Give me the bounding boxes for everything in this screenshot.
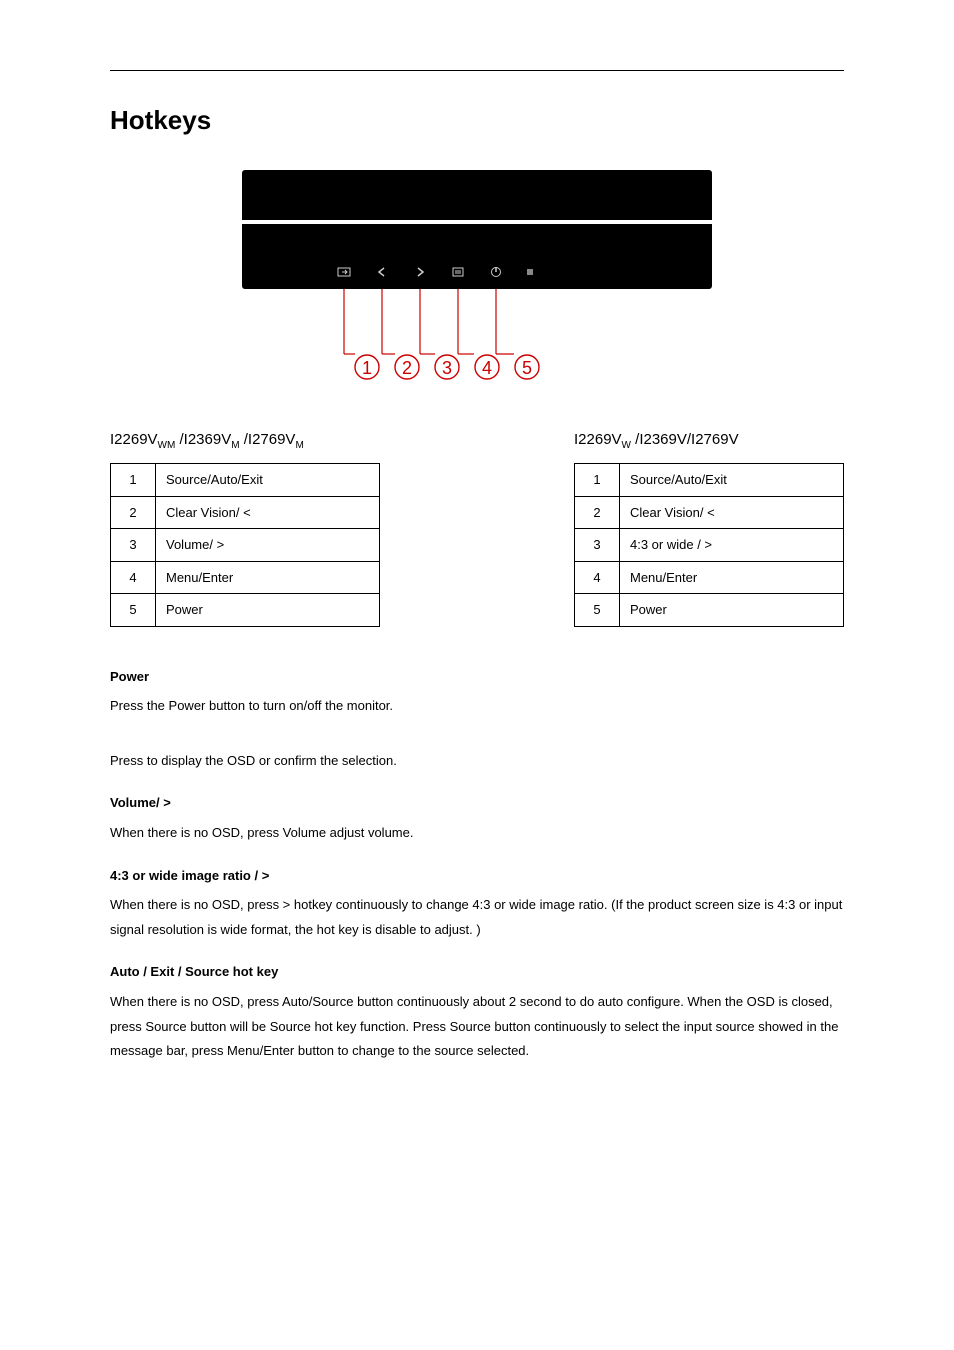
power-heading: Power (110, 667, 844, 687)
row-label: Clear Vision/ < (156, 496, 380, 529)
table-row: 34:3 or wide / > (575, 529, 844, 562)
models-left-heading: I2269VWM /I2369VM /I2769VM (110, 429, 457, 453)
models-right-heading: I2269VW /I2369V/I2769V (574, 429, 844, 453)
power-text: Press the Power button to turn on/off th… (110, 694, 844, 719)
hotkey-table-right: 1Source/Auto/Exit2Clear Vision/ <34:3 or… (574, 463, 844, 627)
right-column: I2269VW /I2369V/I2769V 1Source/Auto/Exit… (497, 429, 844, 627)
row-number: 1 (575, 464, 620, 497)
svg-text:2: 2 (402, 358, 412, 378)
volume-text: When there is no OSD, press Volume adjus… (110, 821, 844, 846)
table-row: 5Power (575, 594, 844, 627)
row-label: 4:3 or wide / > (620, 529, 844, 562)
row-number: 2 (575, 496, 620, 529)
ratio-text: When there is no OSD, press > hotkey con… (110, 893, 844, 942)
row-label: Power (620, 594, 844, 627)
row-number: 2 (111, 496, 156, 529)
monitor-diagram: 1 2 3 4 5 (242, 170, 712, 389)
table-row: 5Power (111, 594, 380, 627)
callout-lines: 1 2 3 4 5 (242, 289, 712, 389)
menu-icon (451, 265, 465, 279)
row-number: 3 (111, 529, 156, 562)
auto-text: When there is no OSD, press Auto/Source … (110, 990, 844, 1064)
table-row: 1Source/Auto/Exit (111, 464, 380, 497)
bezel-icons (337, 265, 533, 279)
row-number: 4 (575, 561, 620, 594)
table-row: 1Source/Auto/Exit (575, 464, 844, 497)
tables-row: I2269VWM /I2369VM /I2769VM 1Source/Auto/… (110, 429, 844, 627)
top-rule (110, 70, 844, 71)
menu-text: Press to display the OSD or confirm the … (110, 749, 844, 774)
less-than-icon (375, 265, 389, 279)
greater-than-icon (413, 265, 427, 279)
row-label: Volume/ > (156, 529, 380, 562)
row-number: 5 (575, 594, 620, 627)
row-label: Power (156, 594, 380, 627)
left-column: I2269VWM /I2369VM /I2769VM 1Source/Auto/… (110, 429, 457, 627)
row-label: Source/Auto/Exit (156, 464, 380, 497)
svg-text:1: 1 (362, 358, 372, 378)
auto-heading: Auto / Exit / Source hot key (110, 962, 844, 982)
ratio-heading: 4:3 or wide image ratio / > (110, 866, 844, 886)
power-icon (489, 265, 503, 279)
table-row: 4Menu/Enter (111, 561, 380, 594)
row-number: 4 (111, 561, 156, 594)
descriptions: Power Press the Power button to turn on/… (110, 667, 844, 1065)
row-number: 3 (575, 529, 620, 562)
row-label: Source/Auto/Exit (620, 464, 844, 497)
table-row: 4Menu/Enter (575, 561, 844, 594)
table-row: 3Volume/ > (111, 529, 380, 562)
svg-text:4: 4 (482, 358, 492, 378)
volume-heading: Volume/ > (110, 793, 844, 813)
row-number: 1 (111, 464, 156, 497)
table-row: 2Clear Vision/ < (111, 496, 380, 529)
row-label: Menu/Enter (620, 561, 844, 594)
source-icon (337, 265, 351, 279)
page-title: Hotkeys (110, 101, 844, 140)
row-number: 5 (111, 594, 156, 627)
svg-text:3: 3 (442, 358, 452, 378)
row-label: Menu/Enter (156, 561, 380, 594)
row-label: Clear Vision/ < (620, 496, 844, 529)
monitor-screen (242, 170, 712, 220)
led-indicator-icon (527, 269, 533, 275)
monitor-bezel (242, 224, 712, 289)
table-row: 2Clear Vision/ < (575, 496, 844, 529)
svg-text:5: 5 (522, 358, 532, 378)
hotkey-table-left: 1Source/Auto/Exit2Clear Vision/ <3Volume… (110, 463, 380, 627)
